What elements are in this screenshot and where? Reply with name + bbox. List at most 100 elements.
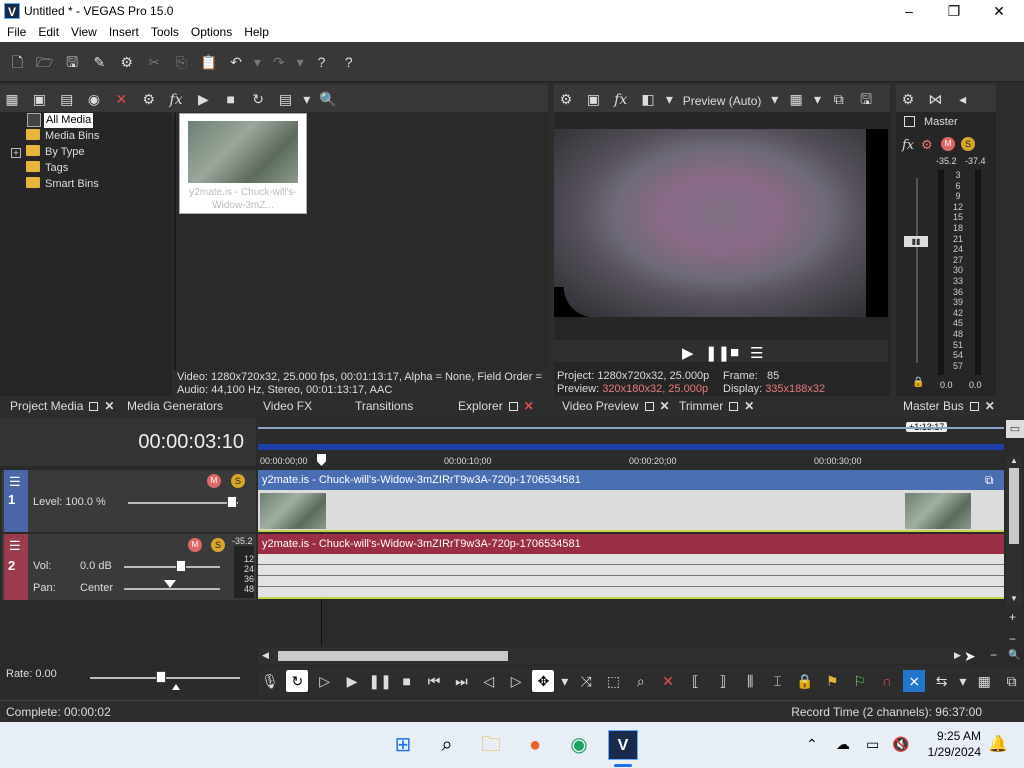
auto-preview-icon[interactable]: ↻ bbox=[247, 88, 269, 110]
insert-marker-icon[interactable]: ⚑ bbox=[821, 670, 843, 692]
media-thumbnail[interactable]: y2mate.is - Chuck-will's-Widow-3mZ... bbox=[179, 113, 307, 214]
mute-icon[interactable]: M bbox=[941, 137, 955, 151]
stop-preview-icon[interactable]: ■ bbox=[220, 88, 242, 110]
media-properties-icon[interactable]: ⚙ bbox=[138, 88, 160, 110]
whats-this-help-icon[interactable]: ? bbox=[338, 51, 360, 73]
expand-icon[interactable]: + bbox=[11, 148, 21, 158]
audio-event-body[interactable] bbox=[258, 554, 1004, 598]
master-settings-icon[interactable]: ⚙ bbox=[921, 137, 933, 153]
loop-region-bar[interactable] bbox=[258, 427, 1004, 429]
next-frame-icon[interactable]: ▷ bbox=[505, 670, 527, 692]
menu-icon[interactable]: ☰ bbox=[750, 344, 763, 362]
zoom-edit-tool-icon[interactable]: ⌕ bbox=[630, 670, 652, 692]
stop-icon[interactable]: ■ bbox=[396, 670, 418, 692]
close-icon[interactable]: ✕ bbox=[744, 399, 754, 413]
tab-video-preview[interactable]: Video Preview ✕ bbox=[562, 399, 670, 413]
insert-region-icon[interactable]: ⚐ bbox=[849, 670, 871, 692]
lock-icon[interactable]: 🔒 bbox=[912, 377, 924, 388]
go-to-start-icon[interactable]: ⏮ bbox=[423, 670, 445, 692]
master-fx-icon[interactable]: fx bbox=[902, 137, 914, 153]
tab-master-bus[interactable]: Master Bus ✕ bbox=[903, 399, 995, 413]
menu-insert[interactable]: Insert bbox=[102, 22, 144, 39]
copy-icon[interactable]: ⎘ bbox=[170, 51, 192, 73]
tab-project-media[interactable]: Project Media ✕ bbox=[10, 399, 114, 413]
minimize-button[interactable]: – bbox=[886, 0, 932, 22]
redo-dropdown-icon[interactable]: ▾ bbox=[295, 51, 305, 73]
split-icon[interactable]: ⌶ bbox=[767, 670, 789, 692]
downmix-icon[interactable]: ⋈ bbox=[924, 88, 946, 110]
split-screen-icon[interactable]: ◧ bbox=[637, 88, 659, 110]
master-checkbox-icon[interactable] bbox=[904, 116, 915, 127]
trim-start-icon[interactable]: ⟧ bbox=[712, 670, 734, 692]
close-icon[interactable]: ✕ bbox=[660, 399, 670, 413]
scroll-right-icon[interactable]: ▶ bbox=[954, 650, 961, 661]
pan-slider[interactable] bbox=[124, 588, 220, 590]
scroll-up-icon[interactable]: ▲ bbox=[1010, 456, 1018, 465]
volume-slider[interactable] bbox=[124, 566, 220, 568]
stop-icon[interactable]: ■ bbox=[730, 344, 739, 361]
undock-icon[interactable] bbox=[508, 402, 518, 411]
tree-item-tags[interactable]: Tags bbox=[26, 161, 68, 176]
play-icon[interactable]: ▶ bbox=[341, 670, 363, 692]
master-fader-knob[interactable]: ▮▮ bbox=[904, 236, 928, 247]
network-icon[interactable]: ▭ bbox=[866, 736, 879, 753]
horizontal-scroll-thumb[interactable] bbox=[278, 651, 508, 661]
menu-tools[interactable]: Tools bbox=[144, 22, 184, 39]
undock-icon[interactable] bbox=[89, 402, 99, 411]
trim-icon[interactable]: ⟦ bbox=[685, 670, 707, 692]
overlays-grid-icon[interactable]: ▦ bbox=[785, 88, 807, 110]
zoom-in-track-icon[interactable]: + bbox=[1009, 610, 1016, 624]
undock-icon[interactable] bbox=[644, 402, 654, 411]
copy-snapshot-icon[interactable]: ⧉ bbox=[828, 88, 850, 110]
tab-media-generators[interactable]: Media Generators bbox=[127, 399, 223, 413]
overlays-dropdown-icon[interactable]: ▾ bbox=[812, 88, 822, 110]
video-event[interactable]: y2mate.is - Chuck-will's-Widow-3mZIRrT9w… bbox=[258, 470, 1004, 490]
tab-video-fx[interactable]: Video FX bbox=[263, 399, 312, 413]
auto-ripple-icon[interactable]: ⇆ bbox=[931, 670, 953, 692]
tree-item-by-type[interactable]: By Type bbox=[26, 145, 85, 160]
video-event-body[interactable] bbox=[258, 490, 1004, 530]
dim-output-icon[interactable]: ◂ bbox=[952, 88, 974, 110]
master-properties-icon[interactable]: ⚙ bbox=[897, 88, 919, 110]
device-output-icon[interactable]: ▣ bbox=[582, 88, 604, 110]
zoom-tool-icon[interactable]: 🔍 bbox=[1008, 650, 1020, 661]
lock-event-icon[interactable]: 🔒 bbox=[794, 670, 816, 692]
capture-video-icon[interactable]: ▣ bbox=[28, 88, 50, 110]
volume-slider-knob[interactable] bbox=[176, 560, 186, 572]
vertical-scroll-thumb[interactable] bbox=[1009, 468, 1019, 544]
zoom-out-track-icon[interactable]: − bbox=[1009, 632, 1016, 646]
ripple-dropdown-icon[interactable]: ▾ bbox=[958, 670, 968, 692]
previous-frame-icon[interactable]: ◁ bbox=[478, 670, 500, 692]
save-icon[interactable]: 🖫 bbox=[61, 51, 83, 73]
pause-icon[interactable]: ❚❚ bbox=[368, 670, 391, 692]
cloud-icon[interactable]: ☁ bbox=[836, 736, 850, 753]
tree-item-all-media[interactable]: All Media bbox=[44, 113, 94, 128]
trim-end-icon[interactable]: ⫼ bbox=[739, 670, 761, 692]
maximize-button[interactable]: ❐ bbox=[931, 0, 977, 22]
undo-dropdown-icon[interactable]: ▾ bbox=[252, 51, 262, 73]
views-icon[interactable]: ▤ bbox=[274, 88, 296, 110]
notifications-icon[interactable]: 🔔 bbox=[988, 734, 1008, 754]
close-icon[interactable]: ✕ bbox=[104, 399, 114, 413]
clock-date[interactable]: 1/29/2024 bbox=[920, 745, 981, 759]
split-dropdown-icon[interactable]: ▾ bbox=[664, 88, 674, 110]
close-icon[interactable]: ✕ bbox=[985, 399, 995, 413]
audio-event[interactable]: y2mate.is - Chuck-will's-Widow-3mZIRrT9w… bbox=[258, 534, 1004, 554]
undock-icon[interactable] bbox=[969, 402, 979, 411]
cut-icon[interactable]: ✂ bbox=[143, 51, 165, 73]
search-media-icon[interactable]: 🔍 bbox=[317, 88, 339, 110]
track2-header[interactable]: ☰ 2 M S -35.2 Vol: 0.0 dB Pan: Center 12… bbox=[2, 534, 256, 600]
menu-help[interactable]: Help bbox=[237, 22, 274, 39]
close-icon[interactable]: ✕ bbox=[524, 399, 534, 413]
envelope-tool-icon[interactable]: ⤨ bbox=[575, 670, 597, 692]
close-window-button[interactable]: ✕ bbox=[976, 0, 1022, 22]
menu-file[interactable]: File bbox=[0, 22, 31, 39]
track1-header[interactable]: ☰ 1 M S Level: 100.0 % bbox=[2, 470, 256, 532]
undo-icon[interactable]: ↶ bbox=[225, 51, 247, 73]
tree-item-media-bins[interactable]: Media Bins bbox=[26, 129, 99, 144]
delete-icon[interactable]: ✕ bbox=[657, 670, 679, 692]
edit-tool-dropdown-icon[interactable]: ▾ bbox=[560, 670, 570, 692]
paste-icon[interactable]: 📋 bbox=[198, 51, 220, 73]
new-file-icon[interactable]: 🗋 bbox=[6, 51, 28, 73]
quality-dropdown-icon[interactable]: ▾ bbox=[770, 88, 780, 110]
